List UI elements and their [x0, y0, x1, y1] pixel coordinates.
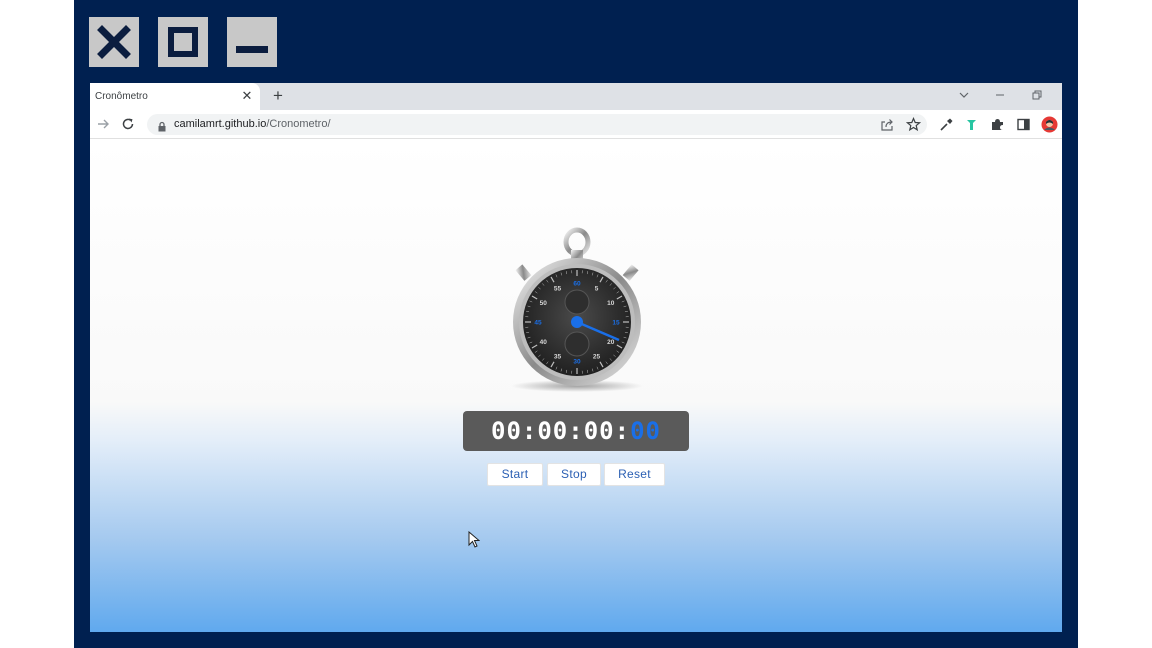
dial-number: 35	[554, 353, 562, 360]
window-maximize-icon[interactable]	[158, 17, 208, 67]
address-bar[interactable]: camilamrt.github.io/Cronometro/	[147, 114, 927, 135]
dial-number: 20	[607, 339, 615, 346]
forward-icon[interactable]	[96, 117, 110, 131]
page-content: 60 5 10 15 20 25 30 35 40 45 50 55 00:00:00:00 Star…	[90, 140, 1062, 632]
dial-number: 5	[595, 286, 599, 293]
separator: :	[521, 417, 538, 445]
reset-button[interactable]: Reset	[604, 463, 665, 486]
browser-window: Cronômetro ✕ + camilamrt.github.io/Crono…	[90, 83, 1062, 632]
dial-number: 10	[607, 300, 615, 307]
dial-number: 55	[554, 286, 562, 293]
bookmark-star-icon[interactable]	[905, 116, 922, 132]
time-display: 00:00:00:00	[463, 411, 689, 451]
url-text: camilamrt.github.io/Cronometro/	[174, 118, 331, 130]
tab-close-icon[interactable]: ✕	[241, 89, 253, 103]
url-host: camilamrt.github.io	[174, 118, 267, 130]
cursor-icon	[468, 531, 480, 548]
dial-number: 30	[573, 359, 581, 366]
seconds-value: 00	[583, 417, 615, 445]
tab-title: Cronômetro	[95, 91, 148, 102]
dial-number: 25	[593, 353, 601, 360]
outer-frame: Cronômetro ✕ + camilamrt.github.io/Crono…	[74, 0, 1078, 648]
side-panel-icon[interactable]	[1016, 117, 1031, 132]
profile-avatar-icon[interactable]	[1041, 116, 1058, 133]
dial-number: 50	[540, 300, 548, 307]
tab-cronometro[interactable]: Cronômetro ✕	[90, 83, 260, 110]
centiseconds-value: 00	[630, 417, 661, 445]
time-readout: 00:00:00:00	[491, 416, 661, 446]
tab-strip: Cronômetro ✕ +	[90, 83, 1062, 110]
dial-number: 60	[573, 281, 581, 288]
window-minimize-icon[interactable]	[227, 17, 277, 67]
minutes-value: 00	[537, 417, 569, 445]
url-path: /Cronometro/	[266, 118, 331, 130]
dial-number: 40	[540, 339, 548, 346]
window-close-icon[interactable]	[89, 17, 139, 67]
stopwatch-illustration: 60 5 10 15 20 25 30 35 40 45 50 55	[511, 227, 643, 392]
stop-button[interactable]: Stop	[547, 463, 601, 486]
new-tab-button[interactable]: +	[270, 87, 286, 105]
dial-number: 15	[612, 320, 620, 327]
browser-restore-icon[interactable]	[1030, 88, 1044, 102]
reload-icon[interactable]	[121, 117, 135, 131]
extension-icon[interactable]	[964, 117, 979, 132]
puzzle-icon[interactable]	[990, 117, 1005, 132]
separator: :	[614, 417, 631, 445]
tab-search-icon[interactable]	[957, 88, 971, 102]
share-icon[interactable]	[880, 117, 895, 132]
browser-toolbar: camilamrt.github.io/Cronometro/	[90, 110, 1062, 139]
start-button[interactable]: Start	[487, 463, 543, 486]
hours-value: 00	[491, 417, 522, 445]
lock-icon[interactable]	[157, 119, 167, 132]
browser-minimize-icon[interactable]	[993, 88, 1007, 102]
separator: :	[568, 417, 584, 445]
eyedropper-icon[interactable]	[939, 117, 954, 132]
dial-number: 45	[534, 320, 542, 327]
